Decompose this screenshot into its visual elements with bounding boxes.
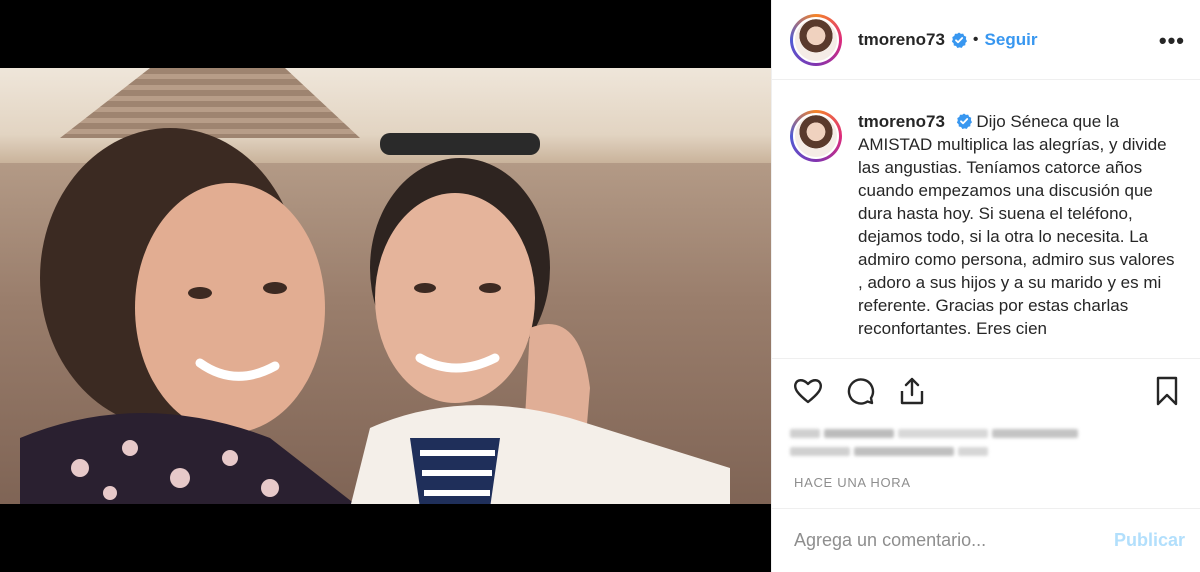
- post-timestamp[interactable]: HACE UNA HORA: [794, 475, 911, 490]
- post-caption: tmoreno73 Dijo Séneca que la AMISTAD mul…: [772, 86, 1200, 358]
- comment-input[interactable]: [794, 530, 1114, 551]
- avatar[interactable]: [790, 13, 842, 66]
- heart-icon[interactable]: [792, 375, 824, 407]
- caption-body: Dijo Séneca que la AMISTAD multiplica la…: [858, 112, 1175, 338]
- post-media: [0, 0, 771, 572]
- caption-text-block: tmoreno73 Dijo Séneca que la AMISTAD mul…: [858, 110, 1183, 358]
- caption-username-link[interactable]: tmoreno73: [858, 112, 945, 131]
- post-photo[interactable]: [0, 68, 771, 504]
- likes-blurred: [790, 425, 1080, 465]
- follow-button[interactable]: Seguir: [985, 30, 1038, 50]
- post-actions-area: HACE UNA HORA: [772, 358, 1200, 518]
- photo-person-right: [351, 133, 730, 504]
- post-header: tmoreno73 • Seguir •••: [772, 0, 1200, 80]
- caption-avatar[interactable]: [790, 110, 842, 162]
- comment-box: Publicar: [772, 508, 1200, 572]
- caption-verified-badge-icon: [956, 113, 972, 129]
- photo-person-left: [20, 128, 355, 504]
- username-link[interactable]: tmoreno73: [858, 30, 945, 50]
- verified-badge-icon: [951, 32, 967, 48]
- share-icon[interactable]: [896, 375, 928, 407]
- publish-button[interactable]: Publicar: [1114, 530, 1185, 551]
- action-bar: [792, 375, 928, 407]
- separator-dot: •: [972, 30, 979, 48]
- more-options-icon[interactable]: •••: [1159, 28, 1185, 54]
- bookmark-icon[interactable]: [1151, 375, 1183, 407]
- post-side-panel: tmoreno73 • Seguir ••• tmoreno73 Dijo Sé…: [771, 0, 1200, 572]
- comment-icon[interactable]: [844, 375, 876, 407]
